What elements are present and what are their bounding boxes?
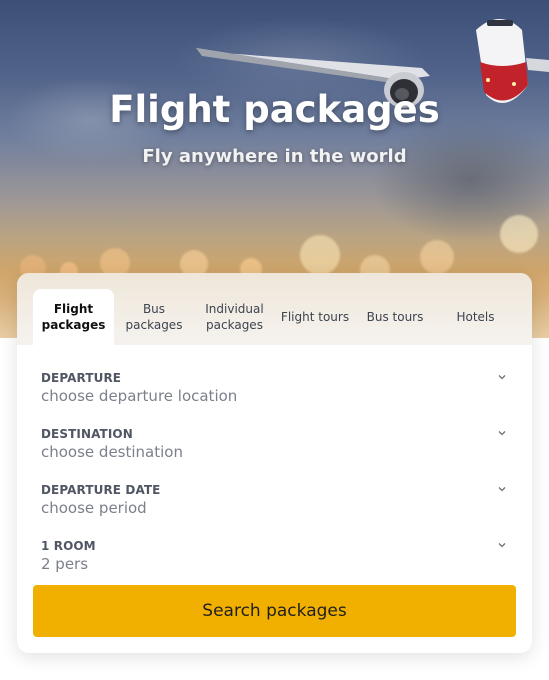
room-label: 1 ROOM [41,539,96,553]
page-title: Flight packages [109,88,440,131]
bokeh-light [420,240,454,274]
departure-field[interactable]: DEPARTURE choose departure location [41,371,508,419]
tab-flight-packages[interactable]: Flight packages [33,289,114,345]
tab-label: Flight [53,302,94,316]
tab-individual-packages[interactable]: Individual packages [194,289,275,345]
tab-label: Flight tours [280,310,350,324]
room-field[interactable]: 1 ROOM 2 pers [41,539,508,587]
search-packages-button[interactable]: Search packages [33,585,516,637]
tab-label: packages [41,318,106,332]
room-value: 2 pers [41,555,89,573]
chevron-down-icon [498,543,506,548]
departure-date-value: choose period [41,499,147,517]
departure-date-field[interactable]: DEPARTURE DATE choose period [41,483,508,531]
destination-value: choose destination [41,443,183,461]
bokeh-light [500,215,538,253]
bokeh-light [300,235,340,275]
tab-bus-packages[interactable]: Bus packages [114,289,194,345]
departure-value: choose departure location [41,387,238,405]
chevron-down-icon [498,487,506,492]
departure-date-label: DEPARTURE DATE [41,483,161,497]
tab-bus-tours[interactable]: Bus tours [355,289,435,345]
tabs-bar: Flight packages Bus packages Individual pac… [17,273,532,345]
destination-label: DESTINATION [41,427,133,441]
departure-label: DEPARTURE [41,371,122,385]
tab-label: Hotels [456,310,495,324]
tab-hotels[interactable]: Hotels [435,289,516,345]
tab-label: Bus [142,302,166,316]
chevron-down-icon [498,375,506,380]
tab-label: Bus tours [366,310,424,324]
tab-flight-tours[interactable]: Flight tours [275,289,355,345]
tab-label: packages [206,318,263,332]
destination-field[interactable]: DESTINATION choose destination [41,427,508,475]
tab-label: packages [125,318,183,332]
page-subtitle: Fly anywhere in the world [142,146,407,167]
tab-label: Individual [205,302,264,316]
search-card: Flight packages Bus packages Individual pac… [17,273,532,653]
chevron-down-icon [498,431,506,436]
